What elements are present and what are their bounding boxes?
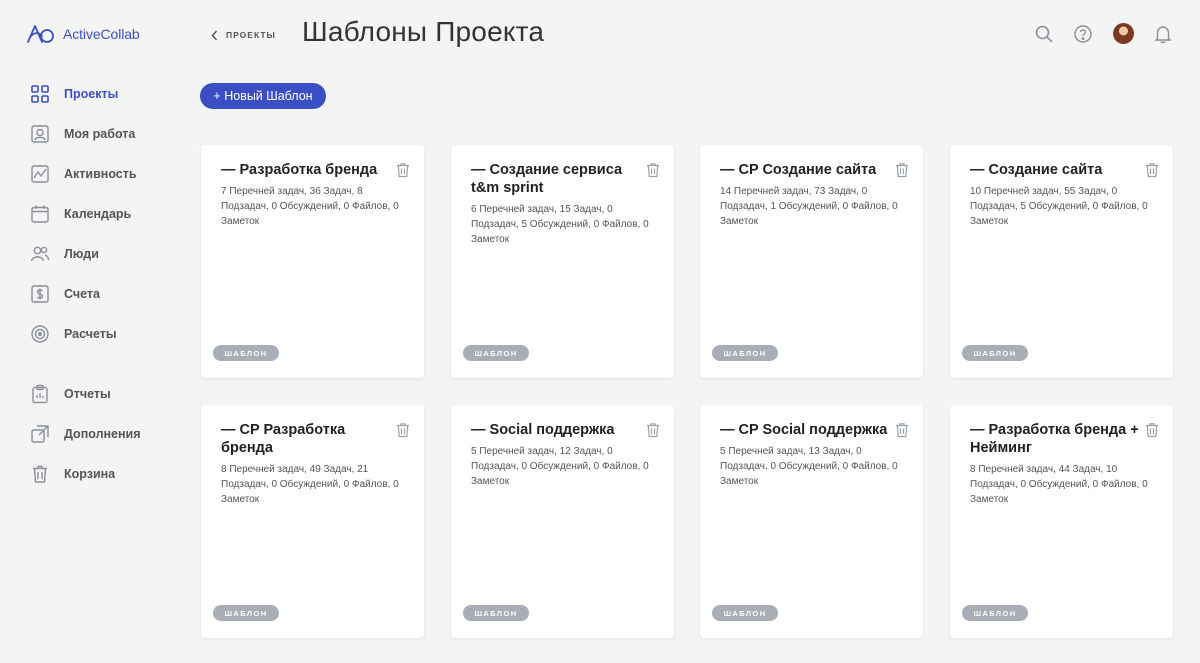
logo[interactable]: ActiveCollab — [26, 22, 140, 46]
card-meta: 10 Перечней задач, 55 Задач, 0 Подзадач,… — [970, 186, 1148, 227]
sidebar-item-label: Корзина — [64, 467, 116, 481]
status-badge: ШАБЛОН — [463, 605, 529, 621]
delete-button[interactable] — [395, 422, 411, 438]
sidebar-item-label: Дополнения — [64, 427, 141, 441]
card-title: — Создание сайта — [970, 162, 1103, 178]
sidebar-item-label: Отчеты — [64, 387, 111, 401]
activecollab-logo-icon — [27, 25, 54, 43]
logo-text: ActiveCollab — [63, 26, 140, 42]
status-badge: ШАБЛОН — [463, 345, 529, 361]
card-meta: 14 Перечней задач, 73 Задач, 0 Подзадач,… — [720, 186, 898, 227]
trash-icon — [1146, 163, 1158, 178]
chevron-left-icon — [211, 30, 218, 40]
sidebar-item-label: Активность — [64, 167, 137, 181]
status-badge: ШАБЛОН — [712, 345, 778, 361]
card-meta: 8 Перечней задач, 49 Задач, 21 Подзадач,… — [221, 464, 399, 505]
card-meta: 7 Перечней задач, 36 Задач, 8 Подзадач, … — [221, 186, 399, 227]
template-card[interactable]: — Social поддержка 5 Перечней задач, 12 … — [451, 405, 674, 638]
notifications-button[interactable] — [1152, 23, 1174, 45]
delete-button[interactable] — [395, 162, 411, 178]
sidebar-item-my-work[interactable]: Моя работа — [30, 123, 170, 145]
sidebar-item-projects[interactable]: Проекты — [30, 83, 170, 105]
delete-button[interactable] — [894, 422, 910, 438]
card-meta: 8 Перечней задач, 44 Задач, 10 Подзадач,… — [970, 464, 1148, 505]
template-card[interactable]: — Создание сервиса t&m sprint 6 Перечней… — [451, 145, 674, 378]
card-title: — CP Разработка бренда — [221, 422, 346, 456]
help-button[interactable] — [1072, 23, 1094, 45]
sidebar: ActiveCollab Проекты Моя работа Активнос… — [0, 0, 180, 663]
trash-icon — [896, 423, 908, 438]
card-meta: 5 Перечней задач, 12 Задач, 0 Подзадач, … — [471, 446, 649, 487]
template-card[interactable]: — Создание сайта 10 Перечней задач, 55 З… — [950, 145, 1173, 378]
sidebar-item-addons[interactable]: Дополнения — [30, 423, 170, 445]
status-badge: ШАБЛОН — [213, 605, 279, 621]
breadcrumb[interactable]: ПРОЕКТЫ — [210, 28, 276, 42]
trash-icon — [647, 163, 659, 178]
target-icon — [30, 324, 50, 344]
sidebar-item-trash[interactable]: Корзина — [30, 463, 170, 485]
trash-icon — [30, 464, 50, 484]
template-card[interactable]: — CP Разработка бренда 8 Перечней задач,… — [201, 405, 424, 638]
sidebar-item-people[interactable]: Люди — [30, 243, 170, 265]
card-title: — CP Создание сайта — [720, 162, 877, 178]
sidebar-item-activity[interactable]: Активность — [30, 163, 170, 185]
status-badge: ШАБЛОН — [962, 605, 1028, 621]
delete-button[interactable] — [1144, 162, 1160, 178]
people-icon — [30, 244, 50, 264]
user-card-icon — [30, 124, 50, 144]
search-button[interactable] — [1033, 23, 1055, 45]
card-title: — Social поддержка — [471, 422, 615, 438]
sidebar-item-estimates[interactable]: Расчеты — [30, 323, 170, 345]
help-icon — [1074, 25, 1092, 43]
status-badge: ШАБЛОН — [962, 345, 1028, 361]
card-title: — Создание сервиса t&m sprint — [471, 162, 623, 196]
sidebar-item-label: Календарь — [64, 207, 132, 221]
template-card[interactable]: — Разработка бренда 7 Перечней задач, 36… — [201, 145, 424, 378]
delete-button[interactable] — [1144, 422, 1160, 438]
sidebar-item-label: Проекты — [64, 87, 119, 101]
clipboard-icon — [30, 384, 50, 404]
card-meta: 5 Перечней задач, 13 Задач, 0 Подзадач, … — [720, 446, 898, 487]
sidebar-item-label: Счета — [64, 287, 100, 301]
grid-icon — [30, 84, 50, 104]
page-title: Шаблоны Проекта — [302, 16, 545, 47]
trash-icon — [896, 163, 908, 178]
bell-icon — [1154, 26, 1172, 44]
search-icon — [1035, 25, 1053, 43]
activity-icon — [30, 164, 50, 184]
sidebar-item-label: Расчеты — [64, 327, 117, 341]
status-badge: ШАБЛОН — [712, 605, 778, 621]
template-card[interactable]: — CP Создание сайта 14 Перечней задач, 7… — [700, 145, 923, 378]
avatar[interactable] — [1113, 23, 1134, 44]
trash-icon — [397, 163, 409, 178]
template-card[interactable]: — Разработка бренда + Нейминг 8 Перечней… — [950, 405, 1173, 638]
card-meta: 6 Перечней задач, 15 Задач, 0 Подзадач, … — [471, 204, 649, 245]
trash-icon — [1146, 423, 1158, 438]
card-title: — Разработка бренда + Нейминг — [970, 422, 1139, 456]
sidebar-item-calendar[interactable]: Календарь — [30, 203, 170, 225]
template-card[interactable]: — CP Social поддержка 5 Перечней задач, … — [700, 405, 923, 638]
delete-button[interactable] — [894, 162, 910, 178]
new-template-button[interactable]: + Новый Шаблон — [200, 83, 326, 109]
dollar-icon — [30, 284, 50, 304]
sidebar-item-invoices[interactable]: Счета — [30, 283, 170, 305]
trash-icon — [397, 423, 409, 438]
trash-icon — [647, 423, 659, 438]
status-badge: ШАБЛОН — [213, 345, 279, 361]
sidebar-item-label: Люди — [64, 247, 99, 261]
card-title: — CP Social поддержка — [720, 422, 888, 438]
sidebar-item-label: Моя работа — [64, 127, 136, 141]
delete-button[interactable] — [645, 422, 661, 438]
delete-button[interactable] — [645, 162, 661, 178]
card-title: — Разработка бренда — [221, 162, 378, 178]
breadcrumb-label: ПРОЕКТЫ — [226, 30, 276, 40]
sidebar-item-reports[interactable]: Отчеты — [30, 383, 170, 405]
addon-icon — [30, 424, 50, 444]
calendar-icon — [30, 204, 50, 224]
